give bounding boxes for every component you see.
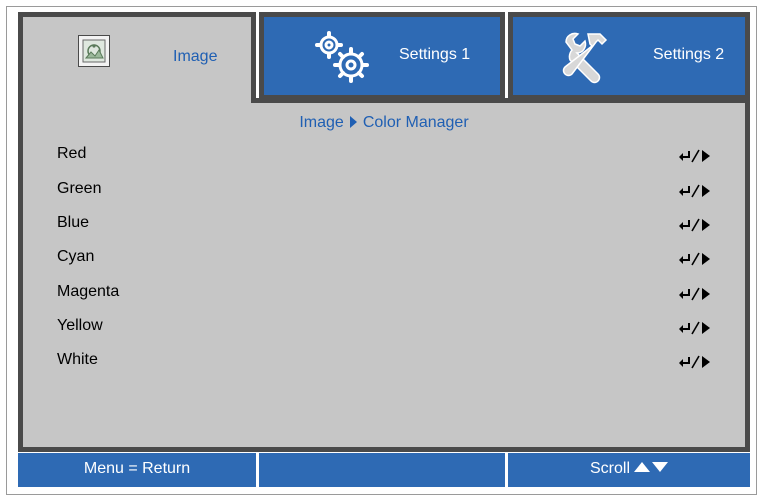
menu-item-label: Yellow [57,317,103,334]
tools-icon [562,32,608,84]
menu-item-white[interactable]: White [57,351,717,375]
menu-item-label: Red [57,145,87,162]
enter-right-icon [679,321,710,335]
menu-panel: Image Color Manager Red Green Blue Cyan M… [18,98,750,452]
menu-item-blue[interactable]: Blue [57,214,717,238]
tab-settings-2-label: Settings 2 [653,46,725,63]
footer-middle [259,453,505,487]
enter-right-icon [679,149,710,163]
enter-right-icon [679,252,710,266]
menu-item-label: Green [57,180,102,197]
tab-image[interactable]: Image [18,12,256,103]
menu-item-cyan[interactable]: Cyan [57,248,717,272]
enter-right-icon [679,218,710,232]
breadcrumb: Image Color Manager [23,114,745,132]
gears-icon [315,31,369,83]
scroll-down-icon [652,462,668,472]
menu-item-yellow[interactable]: Yellow [57,317,717,341]
menu-item-label: White [57,351,98,368]
tab-settings-2[interactable]: Settings 2 [508,12,750,100]
tab-image-label: Image [173,48,218,65]
menu-item-red[interactable]: Red [57,145,717,169]
menu-item-green[interactable]: Green [57,180,717,204]
footer-left-label: Menu = Return [83,460,191,477]
enter-right-icon [679,287,710,301]
menu-item-label: Blue [57,214,90,231]
footer-menu-return: Menu = Return [18,453,256,487]
menu-item-label: Magenta [57,283,120,300]
tab-settings-1-label: Settings 1 [399,46,471,63]
breadcrumb-arrow-icon [349,116,357,128]
enter-right-icon [679,355,710,369]
breadcrumb-current: Color Manager [362,114,469,131]
scroll-up-icon [634,462,650,472]
footer-scroll: Scroll [508,453,750,487]
image-icon [78,35,110,67]
enter-right-icon [679,184,710,198]
tab-settings-1[interactable]: Settings 1 [259,12,505,100]
footer-right-label: Scroll [589,460,630,477]
breadcrumb-parent: Image [299,114,344,131]
menu-item-label: Cyan [57,248,95,265]
menu-item-magenta[interactable]: Magenta [57,283,717,307]
